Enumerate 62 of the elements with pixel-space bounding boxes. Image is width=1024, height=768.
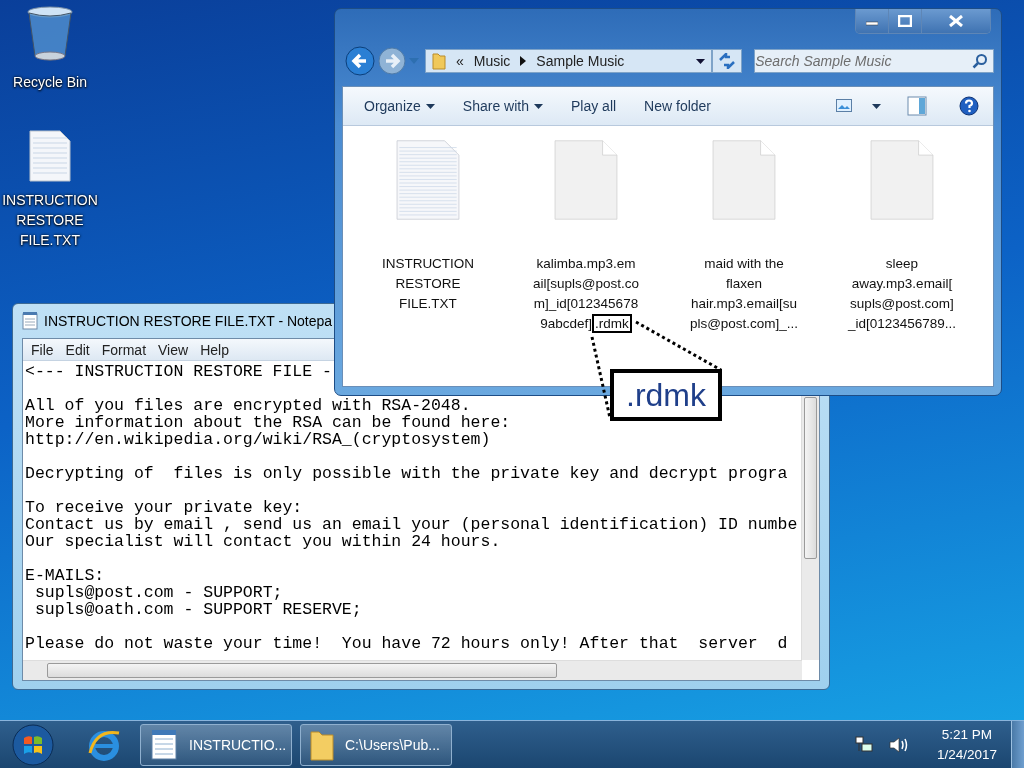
breadcrumb-item[interactable]: Sample Music [536,53,625,69]
window-title: INSTRUCTION RESTORE FILE.TXT - Notepa [44,313,333,329]
chevron-icon[interactable] [520,56,527,66]
menu-item[interactable]: View [152,341,195,358]
speaker-icon[interactable] [888,735,909,754]
text-file-icon[interactable] [29,130,71,182]
menu-item[interactable]: Format [95,341,153,358]
file-name[interactable]: kalimba.mp3.em ail[supls@post.co m]_id[012345678 9abcdef] .rdmk [533,254,639,334]
note-paragraph: <--- INSTRUCTION RESTORE FILE - [25,363,333,380]
caret-icon [425,103,435,109]
folder-icon [432,52,446,70]
taskbar-button[interactable]: INSTRUCTIO... [140,723,292,766]
view-icon[interactable] [836,99,852,113]
zoom-callout: .rdmk [610,369,722,421]
forward-icon[interactable] [377,46,407,76]
back-icon[interactable] [345,46,375,76]
file-name[interactable]: INSTRUCTION RESTORE FILE.TXT [381,254,475,314]
help-icon[interactable] [959,96,979,116]
start-button[interactable] [12,723,54,766]
caret-icon[interactable] [872,103,881,109]
minimize-button[interactable] [856,9,889,33]
overflow-chevron[interactable]: « [456,53,464,69]
toolbar-button[interactable]: Organize [355,94,444,118]
notepad-icon [149,728,179,761]
toolbar-button[interactable]: Play all [561,94,626,118]
note-paragraph: All of you files are encrypted with RSA-2048. More information about the RSA can be found here: http://en.wikipedia.org/wiki/RSA_(cryptosystem) [25,397,512,448]
toolbar-button[interactable]: New folder [635,94,721,118]
recycle-bin-icon[interactable] [26,6,74,64]
clock-time[interactable]: 5:21 PM [941,724,993,745]
desktop-icon-label[interactable]: Recycle Bin [13,72,87,92]
scroll-thumb[interactable] [804,397,817,559]
file-name[interactable]: sleep away.mp3.email[ supls@post.com] _id[0123456789... [847,254,957,334]
show-desktop-button[interactable] [1011,721,1024,768]
maximize-icon [898,15,912,27]
search-field[interactable]: Search Sample Music [754,49,994,73]
note-paragraph: E-MAILS: supls@post.com - SUPPORT; supls@oath.com - SUPPORT RESERVE; [25,567,363,618]
breadcrumb-item[interactable]: Music [473,53,511,69]
network-icon[interactable] [854,735,873,754]
maximize-button[interactable] [889,9,922,33]
refresh-button[interactable] [712,49,743,73]
desktop-icon-label[interactable]: INSTRUCTION RESTORE FILE.TXT [2,190,98,250]
search-icon[interactable] [972,53,988,69]
scroll-thumb[interactable] [47,663,557,678]
notepad-icon [22,312,38,330]
toolbar-button[interactable]: Share with [453,94,552,118]
close-button[interactable] [922,9,990,33]
horizontal-scrollbar[interactable] [23,660,802,680]
note-paragraph: Decrypting of files is only possible with the private key and decrypt progra [25,465,789,482]
address-bar[interactable]: « Music Sample Music [425,49,713,73]
close-icon [949,15,963,27]
caret-icon[interactable] [696,58,706,64]
note-paragraph: Please do not waste your time! You have 72 hours only! After that server d [25,635,789,652]
menu-item[interactable]: File [25,341,60,358]
menu-item[interactable]: Help [194,341,235,358]
refresh-icon [718,53,737,69]
taskbar-button[interactable]: C:\Users\Pub... [300,723,452,766]
caret-icon [533,103,543,109]
clock-date[interactable]: 1/24/2017 [936,744,997,765]
menu-item[interactable]: Edit [59,341,96,358]
file-name[interactable]: maid with the flaxen hair.mp3.email[su pls@post.com]_... [689,254,799,334]
preview-pane-icon[interactable] [907,96,927,116]
note-paragraph: To receive your private key: Contact us by email , send us an email your (personal identification) ID numbe Our specialist will contact you within 24 hours. [25,499,799,550]
